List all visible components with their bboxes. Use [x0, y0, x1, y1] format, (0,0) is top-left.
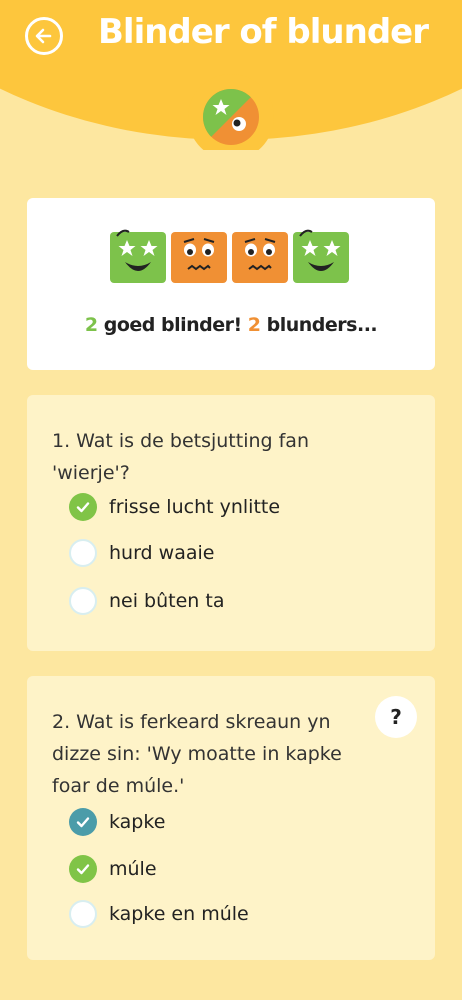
answer-option[interactable]: kapke: [69, 806, 165, 838]
star-eyes-face-icon: [293, 229, 349, 283]
bad-count: 2: [247, 314, 261, 336]
check-icon: [69, 855, 97, 883]
score-summary: 2 goed blinder! 2 blunders...: [27, 314, 435, 336]
radio-empty-icon: [69, 587, 97, 615]
answer-option[interactable]: frisse lucht ynlitte: [69, 491, 280, 523]
answer-label: kapke en múle: [109, 903, 249, 925]
back-button[interactable]: [25, 17, 63, 55]
quiz-logo-icon: [203, 89, 259, 145]
answer-label: hurd waaie: [109, 542, 215, 564]
radio-empty-icon: [69, 539, 97, 567]
check-icon: [69, 808, 97, 836]
question-text: 2. Wat is ferkeard skreaun yn dizze sin:…: [52, 711, 342, 797]
help-button[interactable]: ?: [375, 696, 417, 738]
check-icon: [69, 493, 97, 521]
page-title: Blinder of blunder: [98, 12, 429, 52]
header: Blinder of blunder: [0, 0, 462, 150]
good-count: 2: [84, 314, 98, 336]
bad-label: blunders...: [266, 314, 378, 336]
worried-face-icon: [171, 232, 227, 283]
answer-option[interactable]: hurd waaie: [69, 537, 214, 569]
answer-option[interactable]: múle: [69, 853, 157, 885]
question-text: 1. Wat is de betsjutting fan 'wierje'?: [52, 430, 309, 484]
answer-label: frisse lucht ynlitte: [109, 496, 281, 518]
results-summary-card: 2 goed blinder! 2 blunders...: [27, 198, 435, 370]
answer-label: múle: [109, 858, 157, 880]
arrow-left-icon: [35, 28, 52, 44]
result-faces: [109, 228, 350, 284]
answer-option[interactable]: kapke en múle: [69, 898, 249, 930]
worried-face-icon: [232, 232, 288, 283]
quiz-logo: [188, 74, 274, 150]
answer-label: kapke: [109, 811, 166, 833]
star-eyes-face-icon: [110, 229, 166, 283]
question-card-2: 2. Wat is ferkeard skreaun yn dizze sin:…: [27, 676, 435, 960]
answer-label: nei bûten ta: [109, 590, 225, 612]
question-card-1: 1. Wat is de betsjutting fan 'wierje'? f…: [27, 395, 435, 651]
answer-option[interactable]: nei bûten ta: [69, 585, 224, 617]
good-label: goed blinder!: [103, 314, 242, 336]
radio-empty-icon: [69, 900, 97, 928]
